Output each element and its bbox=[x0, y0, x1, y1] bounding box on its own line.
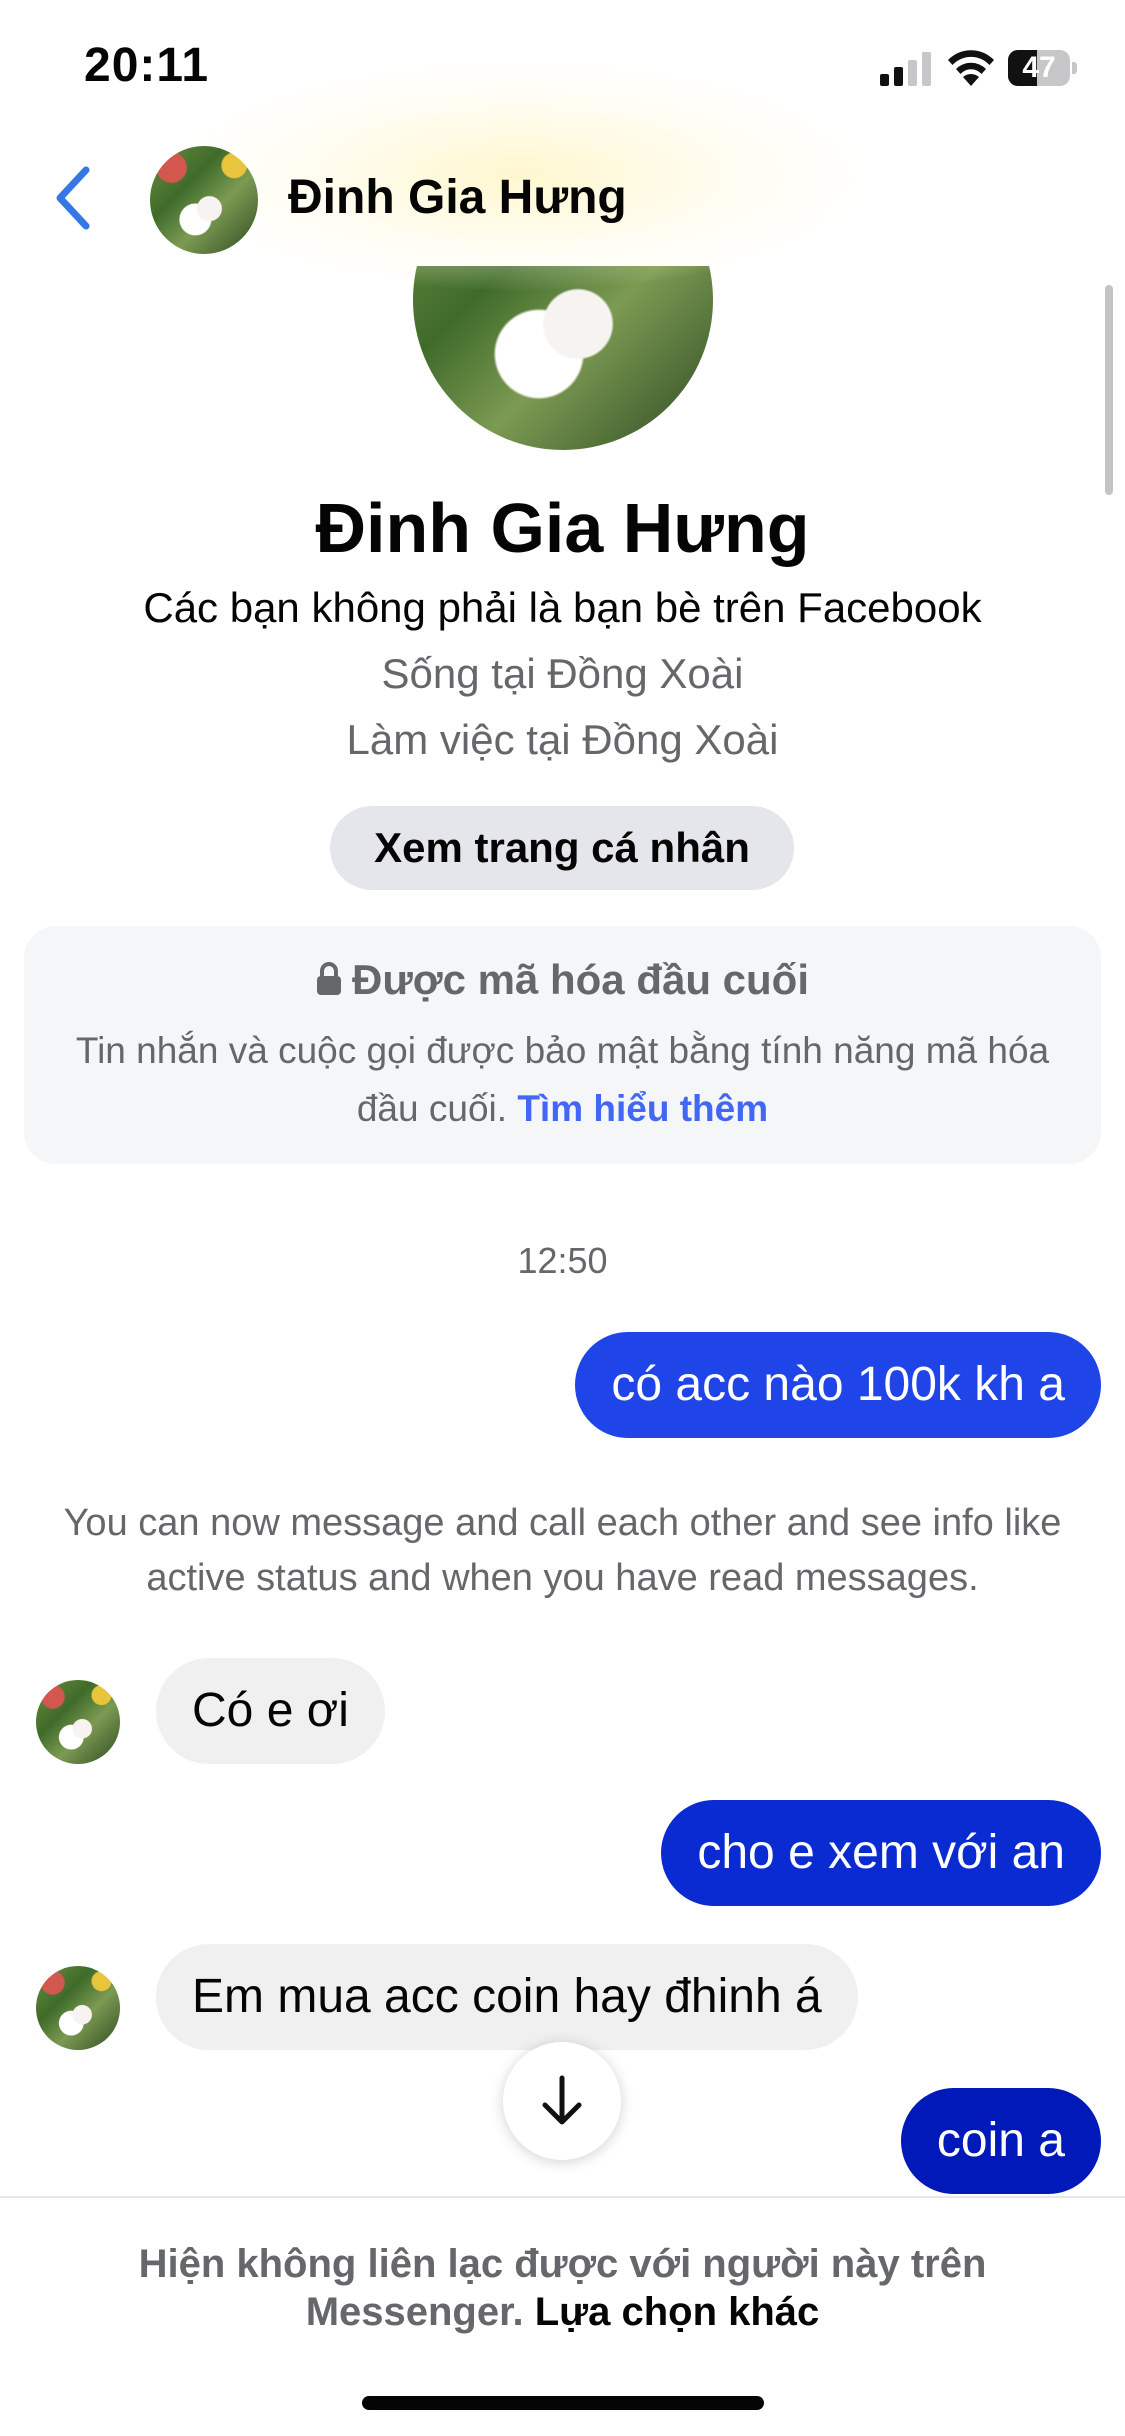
messenger-chat-screen: 20:11 47 Đinh Gia Hưng Các bạn không phả… bbox=[0, 0, 1125, 2436]
header-avatar[interactable] bbox=[150, 146, 258, 254]
encryption-title: Được mã hóa đầu cuối bbox=[24, 956, 1101, 1004]
incoming-message[interactable]: Em mua acc coin hay đhinh á bbox=[156, 1944, 858, 2050]
lives-in: Sống tại Đồng Xoài bbox=[381, 650, 744, 697]
encryption-card: Được mã hóa đầu cuối Tin nhắn và cuộc gọ… bbox=[24, 926, 1101, 1164]
scroll-to-bottom-button[interactable] bbox=[503, 2042, 621, 2160]
outgoing-message[interactable]: cho e xem với an bbox=[661, 1800, 1101, 1906]
message-timestamp: 12:50 bbox=[517, 1240, 608, 1281]
other-options-link[interactable]: Lựa chọn khác bbox=[535, 2290, 820, 2334]
outgoing-message[interactable]: có acc nào 100k kh a bbox=[575, 1332, 1101, 1438]
encryption-title-text: Được mã hóa đầu cuối bbox=[351, 956, 810, 1003]
header-contact-name[interactable]: Đinh Gia Hưng bbox=[288, 170, 627, 225]
sender-avatar[interactable] bbox=[36, 1966, 120, 2050]
system-notice: You can now message and call each other … bbox=[63, 1502, 1062, 1599]
scrollbar[interactable] bbox=[1105, 285, 1113, 495]
wifi-icon bbox=[948, 50, 994, 86]
lock-icon bbox=[316, 962, 341, 995]
footer-notice: Hiện không liên lạc được với người này t… bbox=[60, 2240, 1065, 2336]
view-profile-button[interactable]: Xem trang cá nhân bbox=[330, 806, 794, 890]
sender-avatar[interactable] bbox=[36, 1680, 120, 1764]
chevron-left-icon[interactable] bbox=[40, 160, 110, 236]
works-at: Làm việc tại Đồng Xoài bbox=[346, 716, 779, 763]
cellular-signal-icon bbox=[880, 52, 931, 86]
outgoing-message[interactable]: coin a bbox=[900, 2088, 1101, 2194]
encryption-body: Tin nhắn và cuộc gọi được bảo mật bằng t… bbox=[64, 1022, 1061, 1138]
arrow-down-icon bbox=[542, 2075, 582, 2125]
status-time: 20:11 bbox=[84, 39, 210, 92]
incoming-message[interactable]: Có e ơi bbox=[156, 1658, 385, 1764]
friend-status: Các bạn không phải là bạn bè trên Facebo… bbox=[143, 584, 982, 631]
battery-icon: 47 bbox=[1008, 50, 1078, 86]
profile-name: Đinh Gia Hưng bbox=[315, 489, 810, 567]
battery-percent: 47 bbox=[1022, 51, 1056, 84]
home-indicator[interactable] bbox=[362, 2396, 764, 2410]
learn-more-link[interactable]: Tìm hiểu thêm bbox=[517, 1088, 768, 1129]
chat-header: Đinh Gia Hưng bbox=[0, 60, 1125, 290]
